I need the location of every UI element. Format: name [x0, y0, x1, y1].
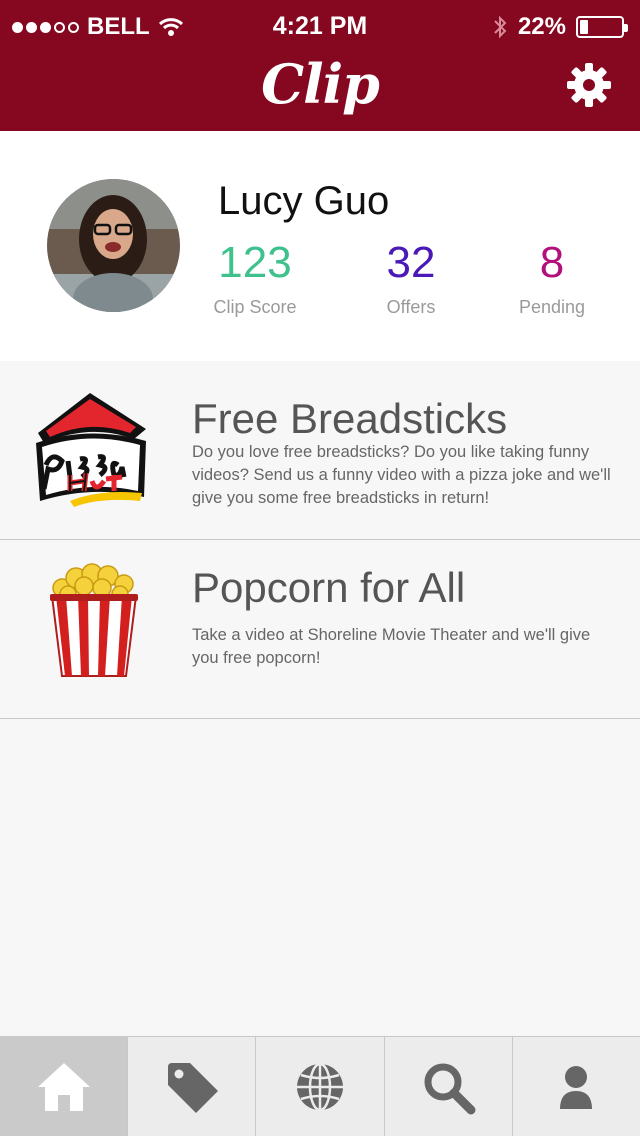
offer-description: Do you love free breadsticks? Do you lik… [192, 443, 611, 507]
gear-icon[interactable] [566, 62, 612, 108]
stat-value: 123 [218, 238, 292, 287]
stat-value: 32 [386, 238, 436, 287]
stat-label: Pending [518, 297, 586, 317]
profile-card: Lucy Guo 123 Clip Score 32 Offers 8 Pend… [0, 131, 640, 361]
tab-profile[interactable] [513, 1037, 640, 1136]
tab-home[interactable] [0, 1037, 129, 1136]
tab-bar [0, 1036, 640, 1136]
stat-pending[interactable]: 8 Pending [492, 239, 612, 318]
app-title: Clip [261, 52, 380, 116]
bluetooth-icon [494, 15, 507, 39]
offer-title: Free Breadsticks [192, 395, 508, 442]
app-header: BELL 4:21 PM 22% Clip [0, 0, 640, 131]
stat-label: Offers [386, 297, 436, 317]
stat-value: 8 [539, 238, 565, 287]
profile-name: Lucy Guo [218, 179, 390, 223]
tab-search[interactable] [385, 1037, 513, 1136]
person-icon [560, 1065, 593, 1109]
offer-description: Take a video at Shoreline Movie Theater … [192, 626, 591, 667]
search-icon [424, 1063, 476, 1114]
globe-icon [297, 1062, 343, 1111]
offer-item-popcorn-for-all[interactable]: Popcorn for All Take a video at Shorelin… [0, 540, 640, 719]
status-bar: BELL 4:21 PM 22% [0, 0, 640, 54]
offer-item-free-breadsticks[interactable]: Free Breadsticks Do you love free breads… [0, 361, 640, 540]
stat-label: Clip Score [213, 297, 297, 317]
offer-title: Popcorn for All [192, 564, 466, 611]
stat-clip-score[interactable]: 123 Clip Score [195, 239, 315, 318]
tab-offers[interactable] [128, 1037, 257, 1136]
avatar[interactable] [47, 179, 180, 312]
home-icon [37, 1062, 90, 1111]
pizza-hut-logo [36, 393, 146, 507]
popcorn-icon [50, 563, 138, 677]
battery-icon [576, 16, 628, 38]
tag-icon [167, 1062, 218, 1113]
stat-offers[interactable]: 32 Offers [351, 239, 471, 318]
tab-explore[interactable] [256, 1037, 385, 1136]
battery-percent: 22% [517, 13, 566, 40]
